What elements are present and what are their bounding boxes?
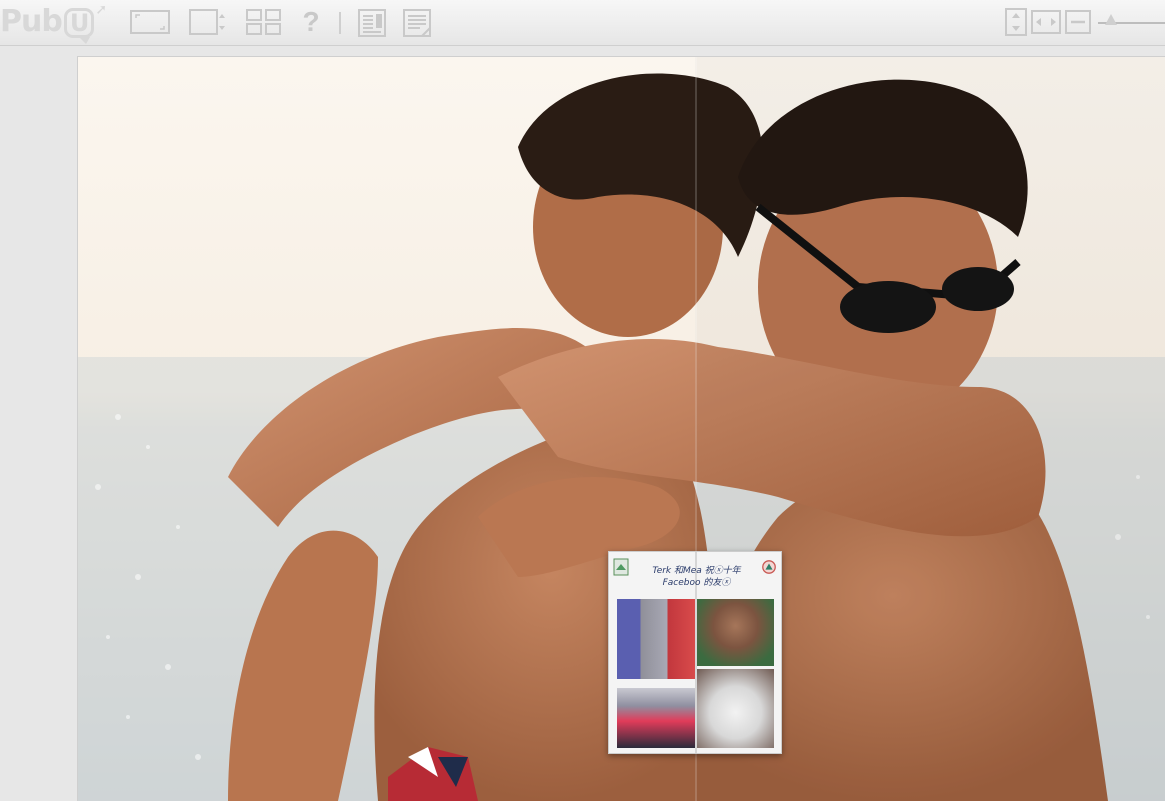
fit-width-icon[interactable] [188,8,228,36]
thumbnail-fold [695,552,697,753]
logo-text: Pub [0,4,63,39]
toolbar-divider [339,12,341,34]
pubu-logo[interactable]: Pub U ➚ [0,2,107,44]
thumbnail-photo-2 [697,599,774,666]
single-page-icon[interactable] [357,8,387,38]
fit-page-icon[interactable] [129,8,171,36]
zoom-out-icon[interactable] [1064,8,1092,36]
thumbnail-photo-3 [617,688,695,748]
logo-u: U [63,8,95,44]
thumbnails-icon[interactable] [246,8,282,36]
page-thumbnail[interactable]: Terk 和Mea 祝ⓧ十年 Faceboo 的友ⓧ [608,551,782,754]
zoom-slider-handle[interactable] [1105,14,1118,25]
actual-width-icon[interactable] [1031,8,1061,36]
fit-height-icon[interactable] [1004,8,1028,36]
thumbnail-photo-4 [697,669,774,748]
help-icon[interactable]: ? [298,8,324,36]
toolbar: Pub U ➚ ? [0,0,1165,46]
thumbnail-photo-1 [617,599,695,679]
logo-arrow-icon: ➚ [95,2,107,18]
left-badge-icon [613,558,629,576]
double-page-icon[interactable] [402,8,432,38]
